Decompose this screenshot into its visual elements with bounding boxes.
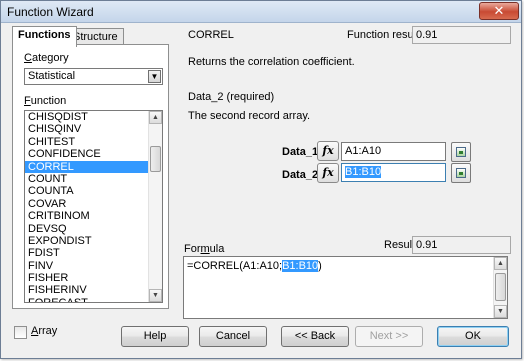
data2-fx-button[interactable]: fx bbox=[317, 163, 339, 183]
tab-functions[interactable]: Functions bbox=[12, 26, 77, 47]
category-value: Statistical bbox=[28, 70, 76, 82]
function-list-scrollbar[interactable]: ▲ ▼ bbox=[148, 111, 162, 302]
title-bar: Function Wizard ✕ bbox=[1, 1, 521, 23]
list-item[interactable]: CORREL bbox=[25, 160, 148, 173]
function-name: CORREL bbox=[188, 29, 234, 41]
result-label: Result bbox=[384, 239, 416, 251]
tab-structure-label: Structure bbox=[73, 31, 118, 43]
array-checkbox[interactable] bbox=[14, 326, 27, 339]
array-checkbox-label: Array bbox=[31, 325, 58, 337]
list-item[interactable]: CRITBINOM bbox=[25, 210, 148, 222]
function-label: Function bbox=[24, 95, 67, 107]
function-wizard-dialog: Function Wizard ✕ Functions Structure Ca… bbox=[0, 0, 522, 359]
formula-text-selected: B1:B10 bbox=[282, 260, 319, 272]
scrollbar-thumb[interactable] bbox=[150, 146, 161, 172]
function-fx-icon: fx bbox=[322, 144, 334, 157]
function-result-value: 0.91 bbox=[412, 26, 511, 44]
category-label: Category bbox=[24, 52, 69, 64]
data1-shrink-button[interactable] bbox=[451, 142, 471, 162]
scroll-up-arrow-icon[interactable]: ▲ bbox=[494, 257, 507, 270]
list-item[interactable]: FORECAST bbox=[25, 297, 148, 302]
scroll-up-arrow-icon[interactable]: ▲ bbox=[149, 111, 162, 124]
formula-text-after: ) bbox=[318, 260, 322, 272]
list-item[interactable]: CONFIDENCE bbox=[25, 148, 148, 160]
function-list-items: CHISQDIST CHISQINV CHITEST CONFIDENCE CORREL… bbox=[25, 111, 148, 302]
window-title: Function Wizard bbox=[7, 5, 94, 19]
next-button[interactable]: Next >> bbox=[355, 326, 423, 347]
data2-shrink-button[interactable] bbox=[451, 163, 471, 183]
list-item[interactable]: CHISQDIST bbox=[25, 111, 148, 123]
data1-label: Data_1 bbox=[282, 146, 319, 158]
list-item[interactable]: CHITEST bbox=[25, 136, 148, 148]
argument-heading: Data_2 (required) bbox=[188, 91, 275, 103]
formula-editor[interactable]: =CORREL(A1:A10;B1:B10) ▲ ▼ bbox=[183, 256, 508, 319]
result-value: 0.91 bbox=[412, 236, 511, 254]
back-button-label: << Back bbox=[294, 330, 336, 342]
chevron-down-icon[interactable]: ▼ bbox=[148, 70, 161, 83]
function-list[interactable]: CHISQDIST CHISQINV CHITEST CONFIDENCE CORREL… bbox=[24, 110, 163, 303]
argument-description: The second record array. bbox=[188, 110, 311, 122]
list-item[interactable]: EXPONDIST bbox=[25, 235, 148, 247]
help-button[interactable]: Help bbox=[121, 326, 189, 347]
category-dropdown[interactable]: Statistical ▼ bbox=[24, 68, 163, 85]
scroll-down-arrow-icon[interactable]: ▼ bbox=[494, 305, 507, 318]
data1-input[interactable]: A1:A10 bbox=[341, 142, 446, 161]
function-result-label: Function result bbox=[347, 29, 420, 41]
tab-functions-label: Functions bbox=[18, 29, 71, 41]
back-button[interactable]: << Back bbox=[281, 326, 349, 347]
list-item[interactable]: FISHERINV bbox=[25, 284, 148, 296]
shrink-dialog-icon bbox=[456, 147, 466, 157]
cancel-button-label: Cancel bbox=[215, 330, 251, 342]
data1-input-value: A1:A10 bbox=[345, 145, 382, 157]
list-item[interactable]: DEVSQ bbox=[25, 223, 148, 235]
list-item[interactable]: FINV bbox=[25, 260, 148, 272]
ok-button[interactable]: OK bbox=[437, 326, 509, 347]
data2-input-value: B1:B10 bbox=[345, 166, 382, 178]
data2-input[interactable]: B1:B10 bbox=[341, 163, 446, 182]
scroll-down-arrow-icon[interactable]: ▼ bbox=[149, 289, 162, 302]
formula-label: Formula bbox=[184, 243, 225, 255]
close-button[interactable]: ✕ bbox=[479, 2, 519, 20]
list-item[interactable]: CHISQINV bbox=[25, 123, 148, 135]
next-button-label: Next >> bbox=[369, 330, 409, 342]
list-item[interactable]: COUNT bbox=[25, 173, 148, 185]
shrink-dialog-icon bbox=[456, 168, 466, 178]
cancel-button[interactable]: Cancel bbox=[199, 326, 267, 347]
scrollbar-thumb[interactable] bbox=[495, 273, 506, 301]
list-item[interactable]: FDIST bbox=[25, 247, 148, 259]
list-item[interactable]: COUNTA bbox=[25, 185, 148, 197]
function-fx-icon: fx bbox=[322, 166, 334, 179]
category-label-rest: ategory bbox=[31, 52, 69, 64]
function-description: Returns the correlation coefficient. bbox=[188, 56, 355, 68]
list-item[interactable]: FISHER bbox=[25, 272, 148, 284]
formula-text-before: =CORREL(A1:A10; bbox=[187, 260, 283, 272]
formula-text: =CORREL(A1:A10;B1:B10) bbox=[187, 260, 322, 272]
data2-label: Data_2 bbox=[282, 169, 319, 181]
list-item[interactable]: COVAR bbox=[25, 198, 148, 210]
formula-scrollbar[interactable]: ▲ ▼ bbox=[493, 257, 507, 318]
close-icon: ✕ bbox=[493, 3, 505, 18]
data1-fx-button[interactable]: fx bbox=[317, 141, 339, 161]
help-button-label: Help bbox=[143, 330, 167, 342]
ok-button-label: OK bbox=[465, 330, 481, 342]
